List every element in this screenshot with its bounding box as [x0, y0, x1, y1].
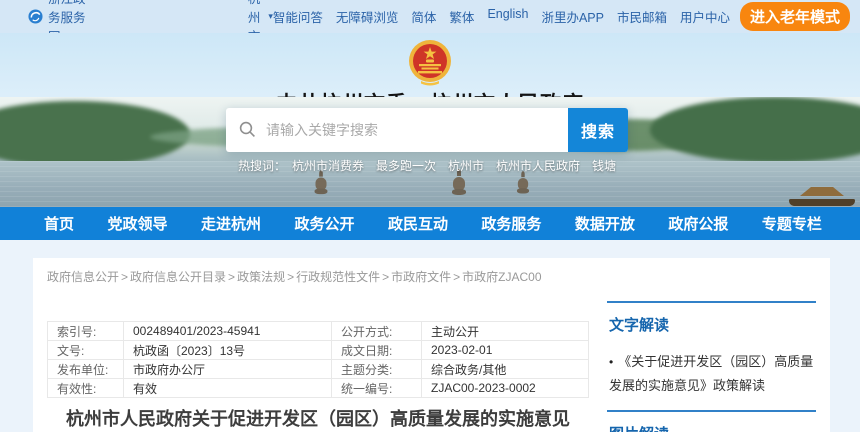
nav-item-home[interactable]: 首页: [44, 213, 74, 234]
search-icon: [239, 121, 256, 138]
document-metadata-table: 索引号: 002489401/2023-45941 公开方式: 主动公开 文号:…: [47, 321, 589, 398]
meta-value: 杭政函〔2023〕13号: [124, 341, 332, 360]
meta-label: 主题分类:: [332, 360, 422, 379]
meta-value: 主动公开: [422, 322, 589, 341]
top-link-simplified[interactable]: 简体: [411, 7, 436, 26]
document-title: 杭州市人民政府关于促进开发区（园区）高质量发展的实施意见: [47, 405, 589, 431]
top-link-traditional[interactable]: 繁体: [449, 7, 474, 26]
text-interpretation-section: 文字解读 •《关于促进开发区（园区）高质量发展的实施意见》政策解读: [607, 301, 816, 397]
text-interpretation-heading: 文字解读: [609, 314, 816, 335]
interpretation-sidebar: 文字解读 •《关于促进开发区（园区）高质量发展的实施意见》政策解读 图片解读: [607, 301, 816, 432]
breadcrumb: 政府信息公开>政府信息公开目录>政策法规>行政规范性文件>市政府文件>市政府ZJ…: [47, 268, 816, 285]
main-navbar: 首页 党政领导 走进杭州 政务公开 政民互动 政务服务 数据开放 政府公报 专题…: [0, 207, 860, 240]
nav-item-gov-gazette[interactable]: 政府公报: [668, 213, 728, 234]
meta-label: 公开方式:: [332, 322, 422, 341]
breadcrumb-separator: >: [228, 270, 235, 284]
document-main-column: 索引号: 002489401/2023-45941 公开方式: 主动公开 文号:…: [47, 301, 589, 432]
top-link-zheliban-app[interactable]: 浙里办APP: [541, 7, 604, 26]
table-row: 索引号: 002489401/2023-45941 公开方式: 主动公开: [48, 322, 589, 341]
top-link-smart-qa[interactable]: 智能问答: [273, 7, 323, 26]
search-bar: 搜索: [226, 108, 628, 152]
top-links: 智能问答 无障碍浏览 简体 繁体 English 浙里办APP 市民邮箱 用户中…: [273, 7, 730, 26]
nav-item-interaction[interactable]: 政民互动: [388, 213, 448, 234]
meta-value: 002489401/2023-45941: [124, 322, 332, 341]
hot-search-words: 热搜词： 杭州市消费券最多跑一次杭州市杭州市人民政府钱塘: [0, 157, 860, 174]
top-link-citizen-mailbox[interactable]: 市民邮箱: [617, 7, 667, 26]
stone-pagoda: [517, 171, 529, 197]
hot-word-link[interactable]: 钱塘: [592, 159, 616, 173]
image-interpretation-section: 图片解读: [607, 410, 816, 432]
nav-item-about-hangzhou[interactable]: 走进杭州: [201, 213, 261, 234]
bullet-icon: •: [609, 355, 613, 369]
meta-value: 市政府办公厅: [124, 360, 332, 379]
meta-label: 文号:: [48, 341, 124, 360]
traditional-boat: [787, 187, 857, 206]
table-row: 发布单位: 市政府办公厅 主题分类: 综合政务/其他: [48, 360, 589, 379]
nav-item-open-data[interactable]: 数据开放: [575, 213, 635, 234]
text-interpretation-link[interactable]: •《关于促进开发区（园区）高质量发展的实施意见》政策解读: [609, 350, 816, 397]
top-link-accessibility[interactable]: 无障碍浏览: [336, 7, 399, 26]
breadcrumb-item[interactable]: 政府信息公开目录: [130, 270, 226, 284]
tree-silhouette: [650, 97, 860, 163]
breadcrumb-item[interactable]: 政府信息公开: [47, 270, 119, 284]
top-utility-bar: 浙江政务服务网 杭州市 ▾ 智能问答 无障碍浏览 简体 繁体 English 浙…: [0, 0, 860, 33]
meta-label: 索引号:: [48, 322, 124, 341]
meta-label: 统一编号:: [332, 379, 422, 398]
top-link-user-center[interactable]: 用户中心: [680, 7, 730, 26]
hot-search-label: 热搜词：: [238, 159, 286, 173]
nav-item-special-topics[interactable]: 专题专栏: [762, 213, 822, 234]
breadcrumb-separator: >: [382, 270, 389, 284]
breadcrumb-separator: >: [287, 270, 294, 284]
nav-item-gov-services[interactable]: 政务服务: [481, 213, 541, 234]
breadcrumb-item[interactable]: 行政规范性文件: [296, 270, 380, 284]
breadcrumb-item[interactable]: 政策法规: [237, 270, 285, 284]
nav-item-gov-disclosure[interactable]: 政务公开: [294, 213, 354, 234]
meta-value: 综合政务/其他: [422, 360, 589, 379]
breadcrumb-item[interactable]: 市政府文件: [391, 270, 451, 284]
table-row: 有效性: 有效 统一编号: ZJAC00-2023-0002: [48, 379, 589, 398]
top-link-english[interactable]: English: [487, 7, 528, 26]
breadcrumb-item[interactable]: 市政府ZJAC00: [462, 270, 541, 284]
breadcrumb-separator: >: [453, 270, 460, 284]
page-body: 政府信息公开>政府信息公开目录>政策法规>行政规范性文件>市政府文件>市政府ZJ…: [0, 258, 860, 432]
meta-label: 有效性:: [48, 379, 124, 398]
elder-mode-button[interactable]: 进入老年模式: [740, 2, 850, 31]
meta-value: ZJAC00-2023-0002: [422, 379, 589, 398]
hot-word-link[interactable]: 杭州市消费券: [292, 159, 364, 173]
content-card: 政府信息公开>政府信息公开目录>政策法规>行政规范性文件>市政府文件>市政府ZJ…: [33, 258, 830, 432]
meta-label: 发布单位:: [48, 360, 124, 379]
nav-item-leaders[interactable]: 党政领导: [107, 213, 167, 234]
meta-value: 2023-02-01: [422, 341, 589, 360]
hot-word-link[interactable]: 最多跑一次: [376, 159, 436, 173]
search-button[interactable]: 搜索: [568, 108, 628, 152]
breadcrumb-separator: >: [121, 270, 128, 284]
national-emblem-icon: [407, 37, 453, 89]
image-interpretation-heading: 图片解读: [609, 423, 816, 432]
hot-word-link[interactable]: 杭州市人民政府: [496, 159, 580, 173]
hot-word-link[interactable]: 杭州市: [448, 159, 484, 173]
meta-value: 有效: [124, 379, 332, 398]
search-input[interactable]: [226, 108, 568, 152]
zhejiang-gov-logo-icon: [28, 9, 43, 24]
content-row: 索引号: 002489401/2023-45941 公开方式: 主动公开 文号:…: [47, 301, 816, 432]
meta-label: 成文日期:: [332, 341, 422, 360]
table-row: 文号: 杭政函〔2023〕13号 成文日期: 2023-02-01: [48, 341, 589, 360]
stone-pagoda: [315, 170, 328, 198]
header-banner: 中共杭州市委 杭州市人民政府 搜索 热搜词：杭州市消费券最多跑一次杭州市杭州市人…: [0, 33, 860, 207]
